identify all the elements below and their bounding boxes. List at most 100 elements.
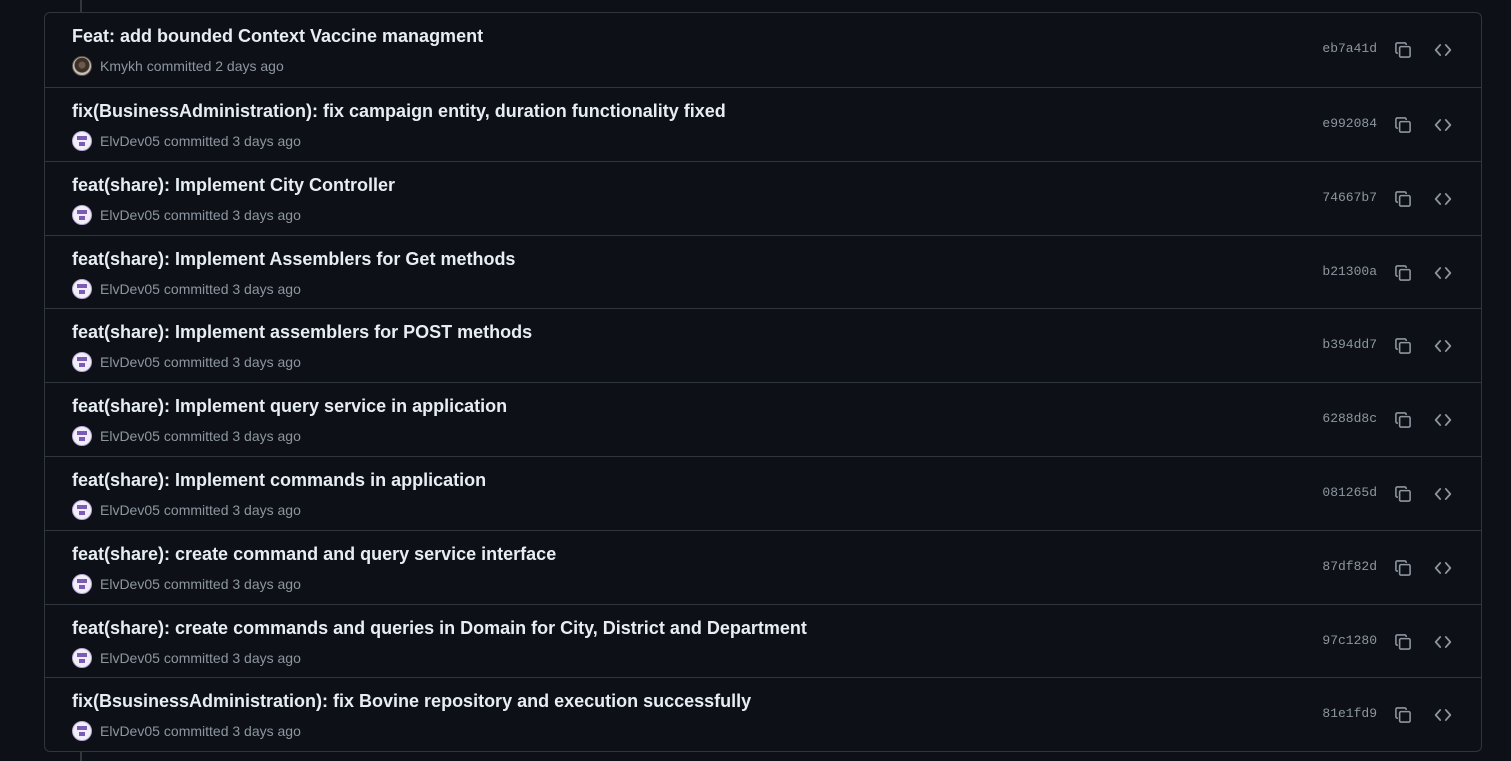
- commit-sha-link[interactable]: 97c1280: [1322, 633, 1377, 648]
- commit-sha-link[interactable]: eb7a41d: [1322, 41, 1377, 56]
- author-link[interactable]: ElvDev05: [100, 354, 160, 370]
- commit-time-text: committed 3 days ago: [163, 133, 301, 149]
- author-link[interactable]: ElvDev05: [100, 281, 160, 297]
- code-icon: [1434, 119, 1452, 131]
- commit-sha-link[interactable]: 81e1fd9: [1322, 706, 1377, 721]
- author-link[interactable]: ElvDev05: [100, 133, 160, 149]
- commit-title-link[interactable]: feat(share): create commands and queries…: [72, 618, 807, 639]
- copy-sha-button[interactable]: [1389, 185, 1417, 213]
- author-avatar[interactable]: [72, 721, 92, 742]
- commit-title-link[interactable]: Feat: add bounded Context Vaccine managm…: [72, 26, 483, 47]
- code-icon: [1434, 488, 1452, 500]
- commit-title-link[interactable]: feat(share): Implement query service in …: [72, 396, 507, 417]
- author-link[interactable]: Kmykh: [100, 58, 143, 74]
- commit-row: fix(BsusinessAdministration): fix Bovine…: [45, 677, 1481, 751]
- author-avatar[interactable]: [72, 352, 92, 373]
- commit-meta: ElvDev05 committed 3 days ago: [72, 499, 301, 520]
- author-avatar[interactable]: [72, 426, 92, 447]
- browse-repo-button[interactable]: [1429, 36, 1457, 64]
- commit-row: feat(share): create command and query se…: [45, 529, 1481, 604]
- commit-row: feat(share): Implement commands in appli…: [45, 455, 1481, 530]
- browse-repo-button[interactable]: [1429, 406, 1457, 434]
- commit-time-text: committed 3 days ago: [163, 280, 301, 297]
- commit-meta: ElvDev05 committed 3 days ago: [72, 426, 301, 447]
- browse-repo-button[interactable]: [1429, 701, 1457, 729]
- copy-icon: [1395, 559, 1411, 576]
- code-icon: [1434, 44, 1452, 56]
- commit-row: feat(share): Implement City Controller E…: [45, 160, 1481, 235]
- author-link[interactable]: ElvDev05: [100, 650, 160, 666]
- commit-row: Feat: add bounded Context Vaccine managm…: [45, 13, 1481, 87]
- code-icon: [1434, 192, 1452, 205]
- author-avatar[interactable]: [72, 131, 92, 151]
- commit-title-link[interactable]: feat(share): Implement City Controller: [72, 175, 395, 196]
- commit-row: feat(share): create commands and queries…: [45, 603, 1481, 678]
- author-avatar[interactable]: [72, 204, 92, 225]
- commit-meta: ElvDev05 committed 3 days ago: [72, 721, 301, 742]
- commit-meta: ElvDev05 committed 3 days ago: [72, 131, 301, 151]
- author-link[interactable]: ElvDev05: [100, 723, 160, 739]
- browse-repo-button[interactable]: [1429, 332, 1457, 360]
- commit-row: feat(share): Implement assemblers for PO…: [45, 308, 1481, 382]
- browse-repo-button[interactable]: [1429, 628, 1457, 656]
- copy-sha-button[interactable]: [1389, 36, 1417, 64]
- commit-title-link[interactable]: feat(share): Implement commands in appli…: [72, 470, 486, 491]
- commit-meta: ElvDev05 committed 3 days ago: [72, 204, 301, 225]
- commit-title-link[interactable]: fix(BusinessAdministration): fix campaig…: [72, 101, 726, 122]
- commit-sha-link[interactable]: 74667b7: [1322, 190, 1377, 205]
- commit-title-link[interactable]: feat(share): create command and query se…: [72, 544, 556, 565]
- code-icon: [1434, 561, 1452, 574]
- browse-repo-button[interactable]: [1429, 111, 1457, 139]
- code-icon: [1434, 340, 1452, 353]
- author-link[interactable]: ElvDev05: [100, 576, 160, 592]
- copy-icon: [1395, 486, 1411, 502]
- commit-meta: ElvDev05 committed 3 days ago: [72, 352, 301, 373]
- copy-icon: [1395, 264, 1411, 281]
- commit-time-text: committed 3 days ago: [163, 501, 301, 518]
- copy-sha-button[interactable]: [1389, 628, 1417, 656]
- commit-time-text: committed 3 days ago: [163, 428, 301, 445]
- copy-sha-button[interactable]: [1389, 406, 1417, 434]
- commit-meta: ElvDev05 committed 3 days ago: [72, 647, 301, 668]
- commit-sha-link[interactable]: 6288d8c: [1322, 411, 1377, 426]
- commit-sha-link[interactable]: b394dd7: [1322, 337, 1377, 352]
- commit-time-text: committed 3 days ago: [163, 649, 301, 666]
- copy-sha-button[interactable]: [1389, 480, 1417, 508]
- browse-repo-button[interactable]: [1429, 554, 1457, 582]
- copy-icon: [1395, 412, 1411, 429]
- code-icon: [1434, 414, 1452, 427]
- author-avatar[interactable]: [72, 499, 92, 520]
- copy-sha-button[interactable]: [1389, 332, 1417, 360]
- browse-repo-button[interactable]: [1429, 480, 1457, 508]
- commit-title-link[interactable]: feat(share): Implement Assemblers for Ge…: [72, 249, 515, 270]
- commit-row: feat(share): Implement query service in …: [45, 382, 1481, 456]
- commit-meta: ElvDev05 committed 3 days ago: [72, 573, 301, 594]
- author-link[interactable]: ElvDev05: [100, 502, 160, 518]
- commit-title-link[interactable]: feat(share): Implement assemblers for PO…: [72, 322, 532, 343]
- author-avatar[interactable]: [72, 573, 92, 594]
- author-avatar[interactable]: [72, 56, 92, 76]
- commit-time-text: committed 3 days ago: [163, 206, 301, 223]
- commit-sha-link[interactable]: e992084: [1322, 116, 1377, 131]
- copy-sha-button[interactable]: [1389, 111, 1417, 139]
- commit-time-text: committed 3 days ago: [163, 723, 301, 740]
- browse-repo-button[interactable]: [1429, 259, 1457, 287]
- commit-meta: Kmykh committed 2 days ago: [72, 56, 284, 76]
- author-link[interactable]: ElvDev05: [100, 207, 160, 223]
- commit-title-link[interactable]: fix(BsusinessAdministration): fix Bovine…: [72, 691, 751, 712]
- commit-time-text: committed 3 days ago: [163, 575, 301, 592]
- author-avatar[interactable]: [72, 278, 92, 299]
- copy-sha-button[interactable]: [1389, 701, 1417, 729]
- author-link[interactable]: ElvDev05: [100, 428, 160, 444]
- copy-icon: [1395, 190, 1411, 207]
- commit-sha-link[interactable]: 081265d: [1322, 485, 1377, 500]
- browse-repo-button[interactable]: [1429, 185, 1457, 213]
- commit-sha-link[interactable]: b21300a: [1322, 264, 1377, 279]
- copy-sha-button[interactable]: [1389, 259, 1417, 287]
- commit-sha-link[interactable]: 87df82d: [1322, 559, 1377, 574]
- commit-time-text: committed 2 days ago: [146, 58, 284, 74]
- code-icon: [1434, 266, 1452, 279]
- copy-sha-button[interactable]: [1389, 554, 1417, 582]
- code-icon: [1434, 709, 1452, 722]
- author-avatar[interactable]: [72, 647, 92, 668]
